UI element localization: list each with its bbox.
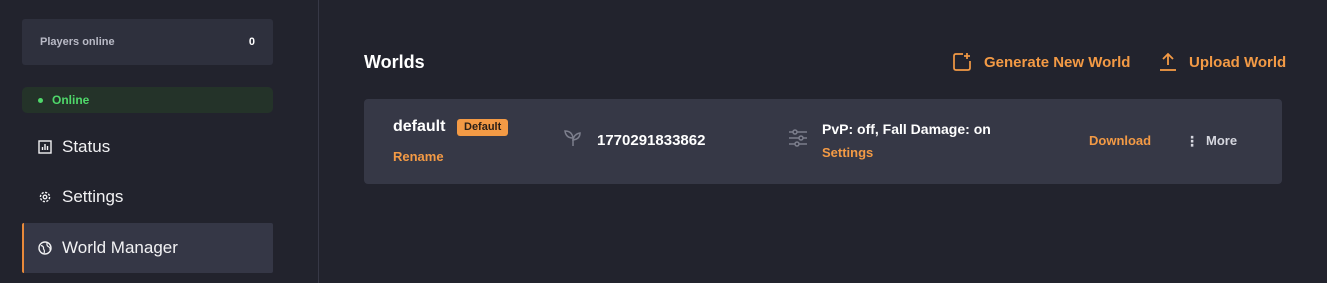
more-button[interactable]: ⋮ More — [1185, 133, 1237, 148]
players-online-count: 0 — [248, 36, 255, 48]
sidebar: Players online 0 Online Status Settings … — [0, 0, 319, 283]
app: Players online 0 Online Status Settings … — [0, 0, 1327, 283]
sidebar-item-label: Status — [62, 137, 111, 156]
world-settings-link[interactable]: Settings — [822, 145, 873, 160]
upload-icon — [1159, 52, 1177, 72]
rename-link[interactable]: Rename — [393, 149, 444, 164]
server-status-pill: Online — [22, 87, 273, 113]
download-button[interactable]: Download — [1089, 133, 1151, 148]
world-seed: 1770291833862 — [597, 132, 706, 149]
sidebar-item-status[interactable]: Status — [22, 122, 273, 172]
generate-new-world-label: Generate New World — [984, 53, 1131, 71]
world-settings-summary: PvP: off, Fall Damage: on — [822, 121, 991, 137]
sidebar-item-settings[interactable]: Settings — [22, 172, 273, 222]
more-label: More — [1206, 133, 1238, 148]
page-title: Worlds — [364, 52, 425, 72]
upload-world-label: Upload World — [1189, 53, 1287, 71]
online-dot-icon — [38, 97, 43, 103]
upload-world-button[interactable]: Upload World — [1159, 52, 1286, 72]
players-online-box: Players online 0 — [22, 19, 273, 65]
main-content: Worlds Generate New World Upload World d… — [320, 0, 1327, 283]
players-online-label: Players online — [40, 36, 115, 48]
world-name: default — [393, 118, 446, 135]
sliders-icon — [788, 128, 808, 153]
more-vertical-icon: ⋮ — [1185, 132, 1199, 149]
generate-new-world-button[interactable]: Generate New World — [952, 52, 1130, 72]
sidebar-item-world-manager[interactable]: World Manager — [22, 223, 273, 273]
sprout-icon — [563, 128, 583, 153]
sidebar-item-label: Settings — [62, 187, 124, 206]
gear-icon — [38, 190, 52, 204]
sidebar-item-label: World Manager — [62, 238, 178, 257]
new-world-icon — [952, 52, 972, 72]
default-badge: Default — [457, 119, 509, 136]
world-card: default Default Rename 1770291833862 PvP… — [364, 99, 1282, 184]
bar-chart-icon — [38, 140, 52, 154]
globe-icon — [38, 241, 52, 255]
server-status-label: Online — [52, 93, 90, 107]
